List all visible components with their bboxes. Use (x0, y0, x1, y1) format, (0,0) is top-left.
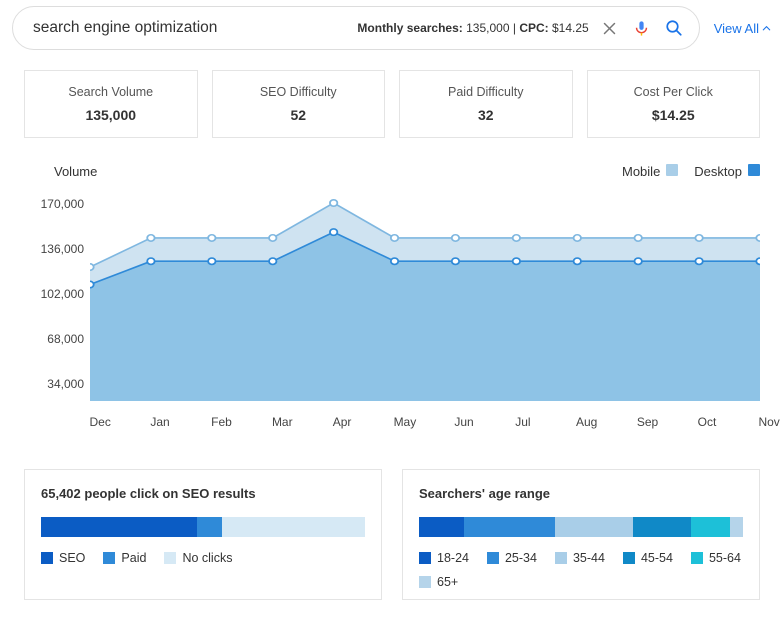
stat-tile: SEO Difficulty 52 (212, 70, 386, 138)
bar-segment (691, 517, 730, 537)
age-range-card: Searchers' age range 18-24 25-34 35-44 45-5… (402, 469, 760, 600)
x-tick: Jan (150, 415, 151, 429)
bar-segment (222, 517, 365, 537)
click-results-card: 65,402 people click on SEO results SEO Pa… (24, 469, 382, 600)
clear-icon[interactable] (599, 17, 621, 39)
stat-tile: Search Volume 135,000 (24, 70, 198, 138)
tile-value: $14.25 (598, 107, 750, 123)
search-icon[interactable] (663, 17, 685, 39)
bar-segment (730, 517, 743, 537)
legend-item: Mobile (622, 164, 678, 179)
x-tick: Aug (576, 415, 577, 429)
tile-label: Paid Difficulty (410, 85, 562, 99)
tile-label: SEO Difficulty (223, 85, 375, 99)
x-tick: Sep (637, 415, 638, 429)
age-legend: 18-24 25-34 35-44 45-54 55-64 65+ (419, 551, 743, 589)
stat-tile: Cost Per Click $14.25 (587, 70, 761, 138)
tile-value: 52 (223, 107, 375, 123)
legend-item: 45-54 (623, 551, 673, 565)
x-tick: Nov (758, 415, 759, 429)
y-axis: 170,000 136,000 102,000 68,000 34,000 (24, 181, 90, 391)
x-tick: Oct (698, 415, 699, 429)
tile-value: 135,000 (35, 107, 187, 123)
chart-legend: Mobile Desktop (622, 164, 760, 179)
bar-segment (464, 517, 555, 537)
x-tick: Jul (515, 415, 516, 429)
chart-plot (90, 181, 760, 403)
y-tick: 68,000 (47, 332, 84, 346)
mic-icon[interactable] (631, 17, 653, 39)
tile-label: Search Volume (35, 85, 187, 99)
x-tick: Mar (272, 415, 273, 429)
view-all-link[interactable]: View All (714, 21, 772, 36)
tile-value: 32 (410, 107, 562, 123)
legend-item: 25-34 (487, 551, 537, 565)
legend-item: SEO (41, 551, 85, 565)
y-tick: 170,000 (41, 197, 84, 211)
legend-item: 35-44 (555, 551, 605, 565)
volume-chart: Volume Mobile Desktop 170,000 136,000 102,0… (0, 138, 784, 429)
legend-item: 18-24 (419, 551, 469, 565)
x-tick: May (394, 415, 395, 429)
search-meta: Monthly searches: 135,000 | CPC: $14.25 (357, 21, 588, 35)
y-tick: 34,000 (47, 377, 84, 391)
x-tick: Feb (211, 415, 212, 429)
bar-segment (555, 517, 633, 537)
legend-item: Paid (103, 551, 146, 565)
bar-segment (419, 517, 464, 537)
bar-segment (197, 517, 223, 537)
tile-label: Cost Per Click (598, 85, 750, 99)
card-title: 65,402 people click on SEO results (41, 486, 365, 501)
x-tick: Dec (90, 415, 91, 429)
chevron-up-icon (761, 23, 772, 34)
bar-segment (41, 517, 197, 537)
stat-tile: Paid Difficulty 32 (399, 70, 573, 138)
legend-item: 65+ (419, 575, 458, 589)
x-tick: Apr (333, 415, 334, 429)
legend-item: No clicks (164, 551, 232, 565)
x-tick: Jun (454, 415, 455, 429)
bar-segment (633, 517, 691, 537)
age-bar (419, 517, 743, 537)
click-bar (41, 517, 365, 537)
card-title: Searchers' age range (419, 486, 743, 501)
chart-title: Volume (54, 164, 97, 179)
stat-tiles: Search Volume 135,000 SEO Difficulty 52 Paid… (0, 50, 784, 138)
legend-item: Desktop (694, 164, 760, 179)
y-tick: 136,000 (41, 242, 84, 256)
y-tick: 102,000 (41, 287, 84, 301)
search-input[interactable] (33, 19, 357, 37)
x-axis: Dec Jan Feb Mar Apr May Jun Jul Aug Sep Oct Nov (90, 403, 760, 429)
legend-item: 55-64 (691, 551, 741, 565)
search-bar: Monthly searches: 135,000 | CPC: $14.25 (12, 6, 700, 50)
click-legend: SEO Paid No clicks (41, 551, 365, 565)
